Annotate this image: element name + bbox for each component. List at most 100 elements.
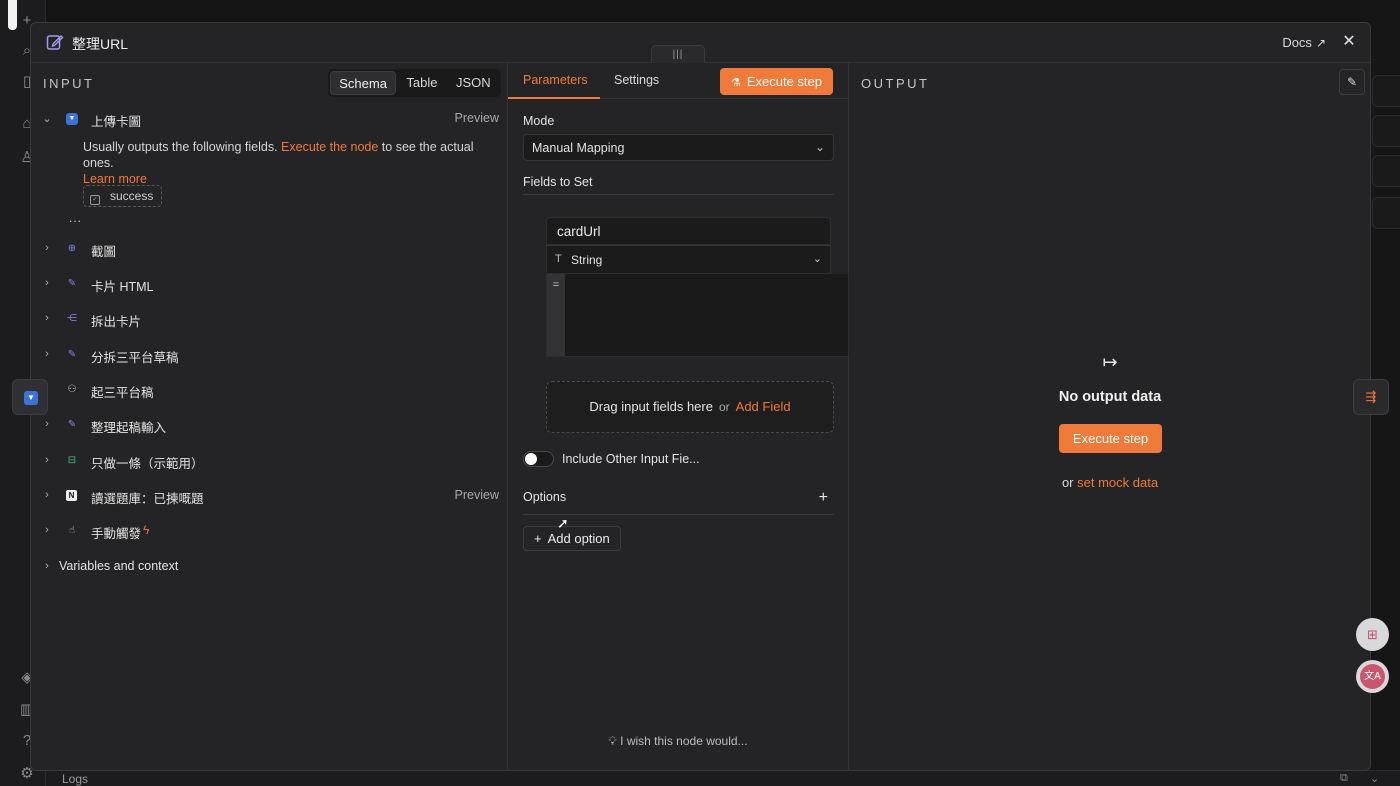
close-button[interactable]: ✕ [1340,32,1358,52]
node-row-notion[interactable]: › N 讀選題庫：已揀嘅題 Preview [31,486,507,508]
chevron-right-icon[interactable]: › [42,489,52,501]
string-type-icon: T [555,253,562,265]
description-text: Usually outputs the following fields. [83,140,282,154]
node-label: 讀選題庫：已揀嘅題 [91,492,204,506]
output-panel: OUTPUT ✎ ↦ No output data Execute step o… [849,63,1371,771]
view-schema-button[interactable]: Schema [330,71,397,95]
tab-settings[interactable]: Settings [614,73,659,87]
sidebar-toggle[interactable] [8,0,17,30]
add-option-label: Add option [547,531,610,546]
node-row-card-html[interactable]: › ✎ 卡片 HTML [31,274,507,296]
chevron-right-icon[interactable]: › [42,454,52,466]
node-row-screenshot[interactable]: › ⊕ 截圖 [31,239,507,261]
mode-label: Mode [523,114,555,128]
parameter-tabs: Parameters Settings ⚗ Execute step [508,63,848,99]
mode-select[interactable]: Manual Mapping ⌄ [523,134,834,161]
execute-step-label: Execute step [746,74,822,89]
output-execute-step-button[interactable]: Execute step [1059,424,1162,453]
variables-context-row[interactable]: › Variables and context [31,557,507,579]
feedback-label: I wish this node would... [620,734,748,748]
chevron-right-icon[interactable]: › [42,242,52,254]
edit-icon: ✎ [67,349,77,360]
boolean-icon: ✓ [90,195,100,205]
chevron-right-icon[interactable]: › [42,348,52,360]
execute-step-button[interactable]: ⚗ Execute step [719,68,833,95]
node-details-modal: 整理URL Docs ↗ ✕ ||| INPUT Schema Table JSO… [30,22,1371,771]
include-other-fields-toggle[interactable] [523,451,554,467]
field-name-input[interactable]: cardUrl [546,217,831,245]
canvas-control[interactable] [1372,115,1400,147]
feedback-link[interactable]: 💡︎ I wish this node would... [508,734,848,749]
docs-label: Docs [1282,35,1312,50]
logs-bar[interactable]: Logs ⧉ ⌄ [46,770,1400,786]
node-row-ai-drafts[interactable]: ⚇ 起三平台稿 [31,380,507,402]
chevron-right-icon[interactable]: › [42,418,52,430]
next-node-button[interactable]: ⇶ [1353,379,1389,415]
set-mock-data-link[interactable]: set mock data [1077,475,1158,490]
node-row-limit[interactable]: › ⊟ 只做一條（示範用） [31,451,507,473]
node-label: 卡片 HTML [91,280,154,294]
or-text: or [1061,475,1074,490]
node-label: 上傳卡圖 [91,115,142,129]
field-value-editor[interactable]: = [546,274,849,357]
panel-drag-handle[interactable]: ||| [651,45,705,63]
add-option-button[interactable]: + Add option [523,526,621,551]
prev-node-button[interactable]: ▼ [12,379,48,415]
node-row-split-cards[interactable]: › ⋲ 拆出卡片 [31,309,507,331]
tab-parameters[interactable]: Parameters [523,73,588,87]
logs-popout-icon[interactable]: ⧉ [1340,772,1348,785]
node-label: 整理起稿輸入 [91,421,167,435]
chevron-right-icon[interactable]: › [42,312,52,324]
chevron-down-icon[interactable]: ⌄ [42,112,52,125]
split-icon: ⋲ [67,313,77,324]
field-name-value: cardUrl [557,224,601,239]
lightning-icon: ϟ [143,523,150,537]
variables-label: Variables and context [59,559,179,573]
canvas-control[interactable] [1372,197,1400,229]
view-table-button[interactable]: Table [396,71,447,95]
chevron-right-icon[interactable]: › [42,524,52,536]
logs-collapse-icon[interactable]: ⌄ [1370,772,1379,785]
learn-more-link[interactable]: Learn more [83,172,147,186]
edit-output-button[interactable]: ✎ [1339,69,1365,95]
mouse-cursor-icon: ➚ [557,515,569,531]
canvas-control[interactable] [1372,155,1400,187]
mode-value: Manual Mapping [532,141,625,155]
canvas-control[interactable] [1372,75,1400,107]
node-label: 分拆三平台草稿 [91,351,179,365]
docs-link[interactable]: Docs ↗ [1282,35,1326,50]
logs-label: Logs [62,772,89,786]
field-type-value: String [571,253,603,267]
active-tab-indicator [508,97,600,99]
toggle-knob [525,453,537,465]
add-option-plus-icon[interactable]: + [819,489,828,507]
ai-assistant-icon[interactable]: ⊞ [1356,618,1389,651]
node-row-upload-card[interactable]: ⌄ ▼ 上傳卡圖 Preview [31,109,507,131]
preview-link[interactable]: Preview [455,488,499,502]
view-json-button[interactable]: JSON [448,71,499,95]
drop-or: or [718,400,730,414]
node-row-manual-trigger[interactable]: › ☝ 手動觸發 ϟ [31,521,507,543]
execute-node-link[interactable]: Execute the node [281,140,378,154]
output-arrow-icon: ↦ [1102,352,1118,372]
translate-icon[interactable]: 文A [1356,660,1389,693]
node-row-split-drafts[interactable]: › ✎ 分拆三平台草稿 [31,345,507,367]
field-type-select[interactable]: T String ⌄ [546,245,831,274]
robot-icon: ⚇ [67,384,77,395]
preview-link[interactable]: Preview [455,111,499,125]
input-view-switcher: Schema Table JSON [328,69,501,97]
no-output-title: No output data [1058,389,1162,405]
more-fields-ellipsis: ... [69,211,83,225]
add-field-link[interactable]: Add Field [736,399,791,414]
edit-icon: ✎ [67,278,77,289]
fields-to-set-label: Fields to Set [523,175,593,189]
drop-zone[interactable]: Drag input fields here or Add Field [546,381,834,433]
chevron-right-icon[interactable]: › [42,560,52,572]
chevron-right-icon[interactable]: › [42,277,52,289]
mock-data-line: or set mock data [849,475,1371,490]
flask-icon: ⚗ [730,77,741,89]
node-row-prepare-input[interactable]: › ✎ 整理起稿輸入 [31,415,507,437]
modal-title: 整理URL [72,36,129,52]
globe-icon: ⊕ [67,243,77,254]
schema-field-chip[interactable]: ✓ success [83,185,163,207]
